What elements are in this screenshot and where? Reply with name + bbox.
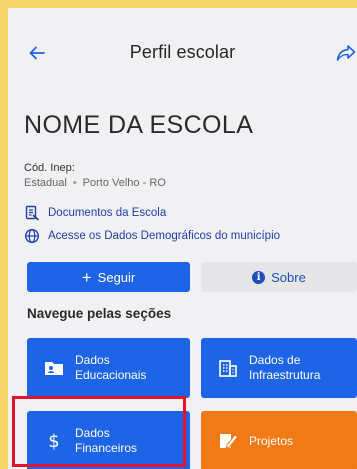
student-card-icon [45, 362, 63, 375]
school-location: Porto Velho - RO [82, 177, 166, 189]
tile-projects[interactable]: Projetos [201, 411, 357, 469]
inep-label: Cód. Inep: [24, 162, 75, 174]
tile-educational-line2: Educacionais [75, 368, 147, 382]
tile-educational-data[interactable]: Dados Educacionais [27, 338, 190, 398]
follow-button[interactable]: + Seguir [27, 262, 190, 292]
outer-frame: Perfil escolar NOME DA ESCOLA Cód. Inep:… [0, 0, 357, 469]
plus-icon: + [81, 267, 92, 287]
demographics-link[interactable]: Acesse os Dados Demográficos do municípi… [24, 228, 280, 244]
top-bar: Perfil escolar [8, 8, 357, 86]
school-network: Estadual [24, 177, 67, 189]
tile-projects-line1: Projetos [249, 433, 294, 448]
about-button-label: Sobre [271, 269, 306, 285]
page-title: Perfil escolar [129, 42, 236, 62]
sections-heading: Navegue pelas seções [27, 306, 172, 321]
tile-infrastructure-line2: Infraestrutura [249, 368, 321, 382]
building-icon [219, 360, 237, 377]
highlight-box [12, 396, 186, 467]
school-meta: Estadual • Porto Velho - RO [24, 177, 166, 189]
tile-educational-label: Dados Educacionais [75, 353, 146, 383]
meta-separator: • [72, 177, 77, 189]
tile-infrastructure-data[interactable]: Dados de Infraestrutura [201, 338, 357, 398]
document-icon [25, 205, 39, 221]
tile-infrastructure-label: Dados de Infraestrutura [249, 353, 320, 383]
tile-educational-line1: Dados [75, 353, 110, 367]
documents-link-label: Documentos da Escola [48, 207, 167, 219]
about-button[interactable]: i Sobre [201, 262, 357, 292]
share-icon[interactable] [336, 44, 356, 62]
globe-icon [24, 228, 40, 244]
demographics-link-label: Acesse os Dados Demográficos do municípi… [48, 230, 281, 242]
school-name: NOME DA ESCOLA [24, 111, 254, 139]
tile-infrastructure-line1: Dados de [249, 353, 301, 367]
pencil-icon [220, 434, 239, 449]
follow-button-label: Seguir [97, 269, 136, 285]
tile-projects-label: Projetos [249, 434, 293, 449]
documents-link[interactable]: Documentos da Escola [24, 205, 166, 221]
info-icon: i [252, 270, 266, 284]
